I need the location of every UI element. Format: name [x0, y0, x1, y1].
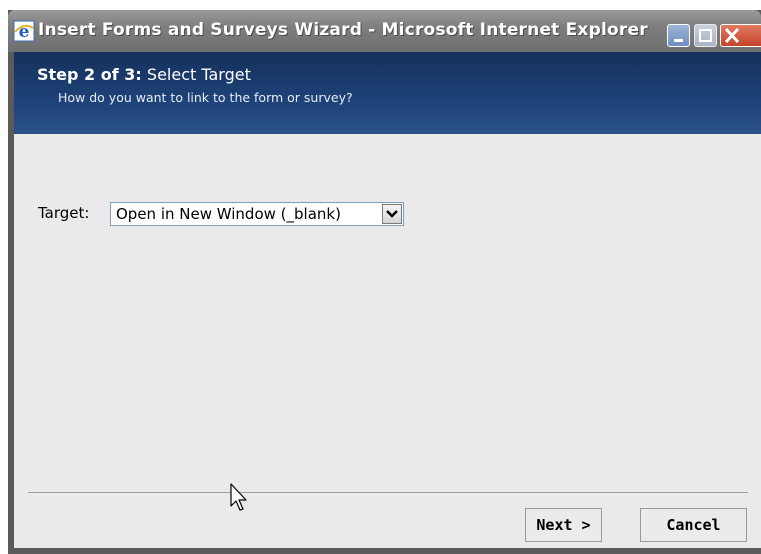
dropdown-button[interactable]	[382, 204, 402, 224]
cancel-button[interactable]: Cancel	[640, 508, 747, 542]
target-select[interactable]: Open in New Window (_blank)	[110, 202, 404, 226]
mouse-pointer-icon	[230, 483, 250, 517]
step-name: Select Target	[146, 65, 251, 84]
step-title: Step 2 of 3: Select Target	[37, 65, 251, 84]
step-prefix: Step 2 of 3:	[37, 65, 142, 84]
wizard-body: Step 2 of 3: Select Target How do you wa…	[14, 52, 761, 548]
window-title: Insert Forms and Surveys Wizard - Micros…	[38, 20, 648, 40]
target-label: Target:	[38, 204, 90, 222]
close-button[interactable]	[720, 24, 761, 47]
maximize-button[interactable]	[694, 24, 717, 47]
minimize-button[interactable]	[667, 24, 690, 47]
minimize-icon	[674, 39, 683, 42]
target-select-value: Open in New Window (_blank)	[116, 205, 341, 223]
chevron-down-icon	[386, 210, 398, 218]
step-subtitle: How do you want to link to the form or s…	[58, 90, 353, 105]
step-header: Step 2 of 3: Select Target How do you wa…	[14, 52, 761, 134]
ie-icon: e	[13, 20, 35, 42]
next-button[interactable]: Next >	[525, 508, 602, 542]
maximize-icon	[699, 29, 712, 42]
wizard-window: e Insert Forms and Surveys Wizard - Micr…	[8, 10, 761, 554]
title-bar[interactable]: e Insert Forms and Surveys Wizard - Micr…	[8, 10, 761, 52]
close-icon	[724, 27, 740, 44]
footer-divider	[28, 492, 748, 493]
